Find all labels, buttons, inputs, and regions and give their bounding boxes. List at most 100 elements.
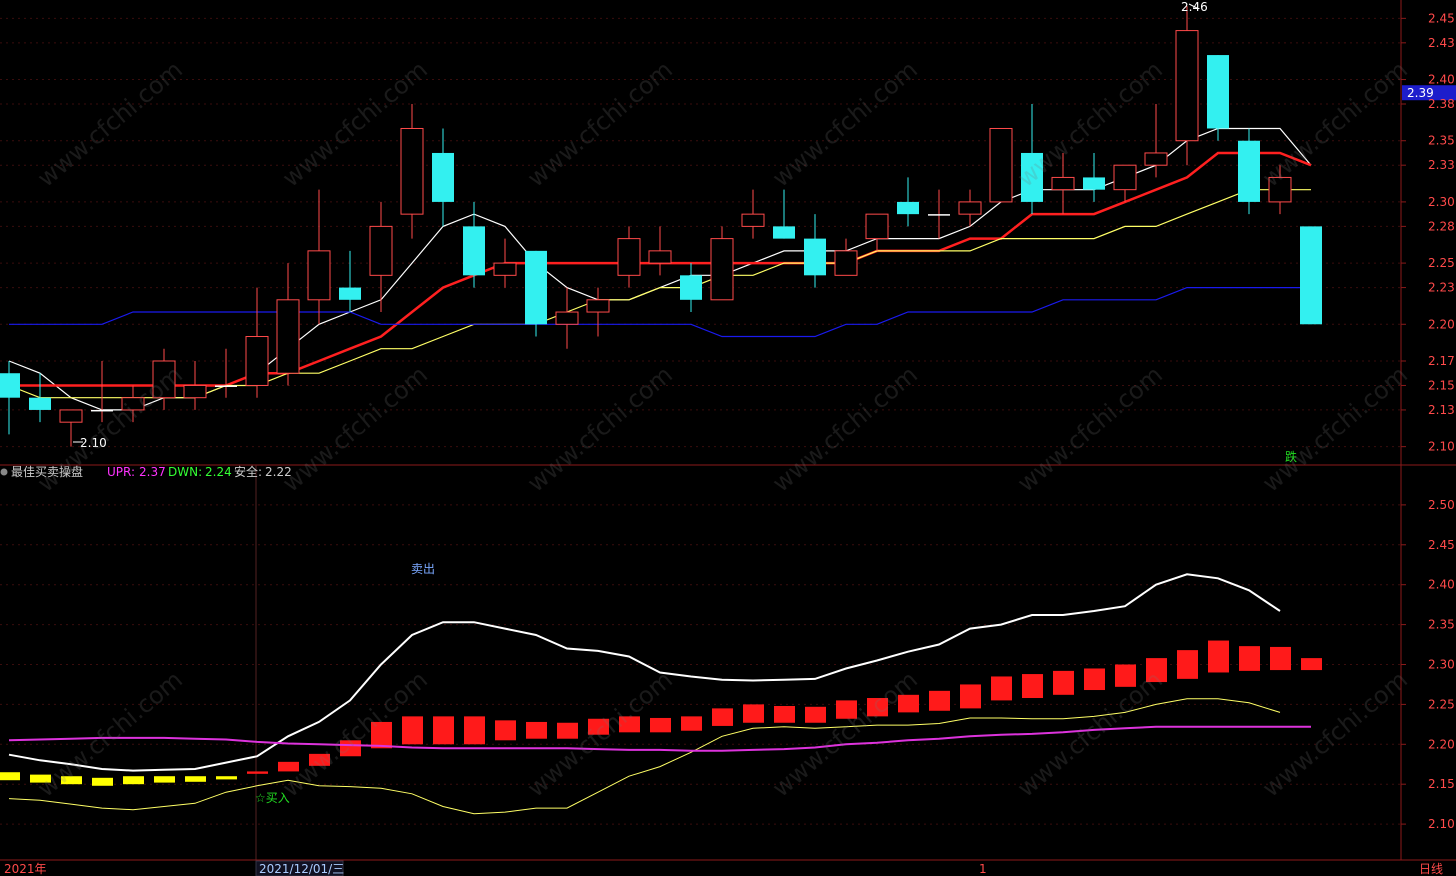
price-tick-label: 2.33 bbox=[1428, 158, 1455, 172]
candle-body bbox=[710, 238, 734, 301]
chart-canvas: 2.452.432.402.382.352.332.302.282.252.23… bbox=[0, 0, 1456, 876]
indicator-bar bbox=[1239, 646, 1260, 671]
price-axis: 2.452.432.402.382.352.332.302.282.252.23… bbox=[1401, 11, 1456, 831]
candle-body bbox=[369, 225, 393, 276]
candle bbox=[1021, 104, 1043, 215]
indicator-bar bbox=[588, 718, 609, 735]
indicator-tick-label: 2.40 bbox=[1428, 578, 1455, 592]
candle-body bbox=[958, 201, 982, 215]
candle-body bbox=[648, 250, 672, 264]
candle bbox=[432, 128, 454, 227]
candle bbox=[1175, 6, 1199, 166]
indicator-tick-label: 2.30 bbox=[1428, 657, 1455, 671]
candle bbox=[680, 263, 702, 313]
candle-body bbox=[1144, 152, 1168, 166]
candle-body bbox=[493, 262, 517, 276]
candle bbox=[555, 287, 579, 349]
candle bbox=[1238, 128, 1260, 215]
indicator-bar bbox=[1053, 670, 1074, 695]
indicator-tick-label: 2.45 bbox=[1428, 538, 1455, 552]
candle-body bbox=[91, 409, 113, 412]
price-tick-label: 2.28 bbox=[1428, 219, 1455, 233]
safe-label: 安全: bbox=[234, 464, 262, 479]
candle bbox=[834, 238, 858, 276]
indicator-bar bbox=[123, 776, 144, 785]
high-price-label: 2.46 bbox=[1181, 0, 1208, 14]
indicator-bar bbox=[650, 717, 671, 733]
indicator-bar bbox=[712, 708, 733, 726]
dwn-label: DWN: bbox=[168, 465, 202, 479]
indicator-title[interactable]: 最佳买卖操盘 bbox=[11, 464, 83, 479]
indicator-bar bbox=[495, 720, 516, 741]
candle bbox=[463, 201, 485, 288]
price-tick-label: 2.35 bbox=[1428, 134, 1455, 148]
candle bbox=[804, 214, 826, 288]
candle-body bbox=[804, 238, 826, 276]
indicator-bar bbox=[433, 716, 454, 745]
low-price-label: 2.10 bbox=[80, 436, 107, 450]
candle-body bbox=[400, 127, 424, 215]
candle-body bbox=[928, 214, 950, 216]
candle-body bbox=[555, 311, 579, 325]
indicator-tick-label: 2.15 bbox=[1428, 777, 1455, 791]
indicator-bar bbox=[619, 716, 640, 733]
candle-body bbox=[215, 385, 237, 387]
candle-body bbox=[897, 201, 919, 215]
candle-body bbox=[1113, 164, 1137, 191]
candle bbox=[1207, 55, 1229, 141]
period-mark: 1 bbox=[979, 862, 987, 876]
indicator-bar bbox=[960, 684, 981, 709]
candle bbox=[91, 360, 113, 423]
candle bbox=[648, 226, 672, 276]
indicator-bar bbox=[247, 771, 268, 774]
indicator-bar bbox=[1084, 668, 1105, 691]
candle bbox=[525, 250, 547, 337]
price-tick-label: 2.25 bbox=[1428, 256, 1455, 270]
candle-body bbox=[1083, 177, 1105, 190]
indicator-bar bbox=[1177, 650, 1198, 679]
candle bbox=[400, 104, 424, 239]
price-tick-label: 2.10 bbox=[1428, 440, 1455, 454]
indicator-settings-icon[interactable] bbox=[0, 468, 8, 476]
candle bbox=[493, 238, 517, 288]
indicator-bar bbox=[743, 704, 764, 723]
indicator-bar bbox=[1022, 674, 1043, 699]
period-selector[interactable]: 日线 bbox=[1419, 862, 1443, 876]
candle bbox=[773, 189, 795, 239]
indicator-bar bbox=[1146, 658, 1167, 683]
indicator-bar bbox=[0, 772, 20, 781]
candle bbox=[1113, 164, 1137, 202]
candle-body bbox=[1268, 176, 1292, 203]
indicator-bar bbox=[309, 753, 330, 766]
indicator-bar bbox=[216, 776, 237, 780]
indicator-tick-label: 2.10 bbox=[1428, 817, 1455, 831]
indicator-tick-label: 2.25 bbox=[1428, 697, 1455, 711]
indicator-bar bbox=[1270, 646, 1291, 671]
candle-body bbox=[617, 238, 641, 276]
candle bbox=[1051, 152, 1075, 215]
candle bbox=[1300, 226, 1322, 325]
indicator-bar bbox=[805, 706, 826, 723]
indicator-bar bbox=[1301, 658, 1322, 671]
candle-body bbox=[59, 409, 83, 423]
indicator-bar bbox=[61, 776, 82, 785]
candle-body bbox=[432, 152, 454, 202]
ma20-line bbox=[8, 189, 1311, 399]
price-tick-label: 2.43 bbox=[1428, 36, 1455, 50]
candle-body bbox=[989, 127, 1013, 203]
indicator-bar bbox=[92, 777, 113, 786]
candle bbox=[307, 189, 331, 325]
candle bbox=[1268, 165, 1292, 215]
indicator-bar bbox=[557, 722, 578, 739]
indicator-bar bbox=[278, 761, 299, 772]
price-panel bbox=[0, 3, 1322, 447]
candle-body bbox=[834, 250, 858, 276]
candle-body bbox=[1300, 226, 1322, 325]
indicator-bar bbox=[185, 776, 206, 782]
indicator-bar bbox=[867, 698, 888, 717]
indicator-bar bbox=[371, 721, 392, 749]
candle bbox=[865, 213, 889, 251]
indicator-bar bbox=[1208, 640, 1229, 673]
cursor-date-label: 2021/12/01/三 bbox=[259, 862, 344, 876]
price-tick-label: 2.20 bbox=[1428, 317, 1455, 331]
